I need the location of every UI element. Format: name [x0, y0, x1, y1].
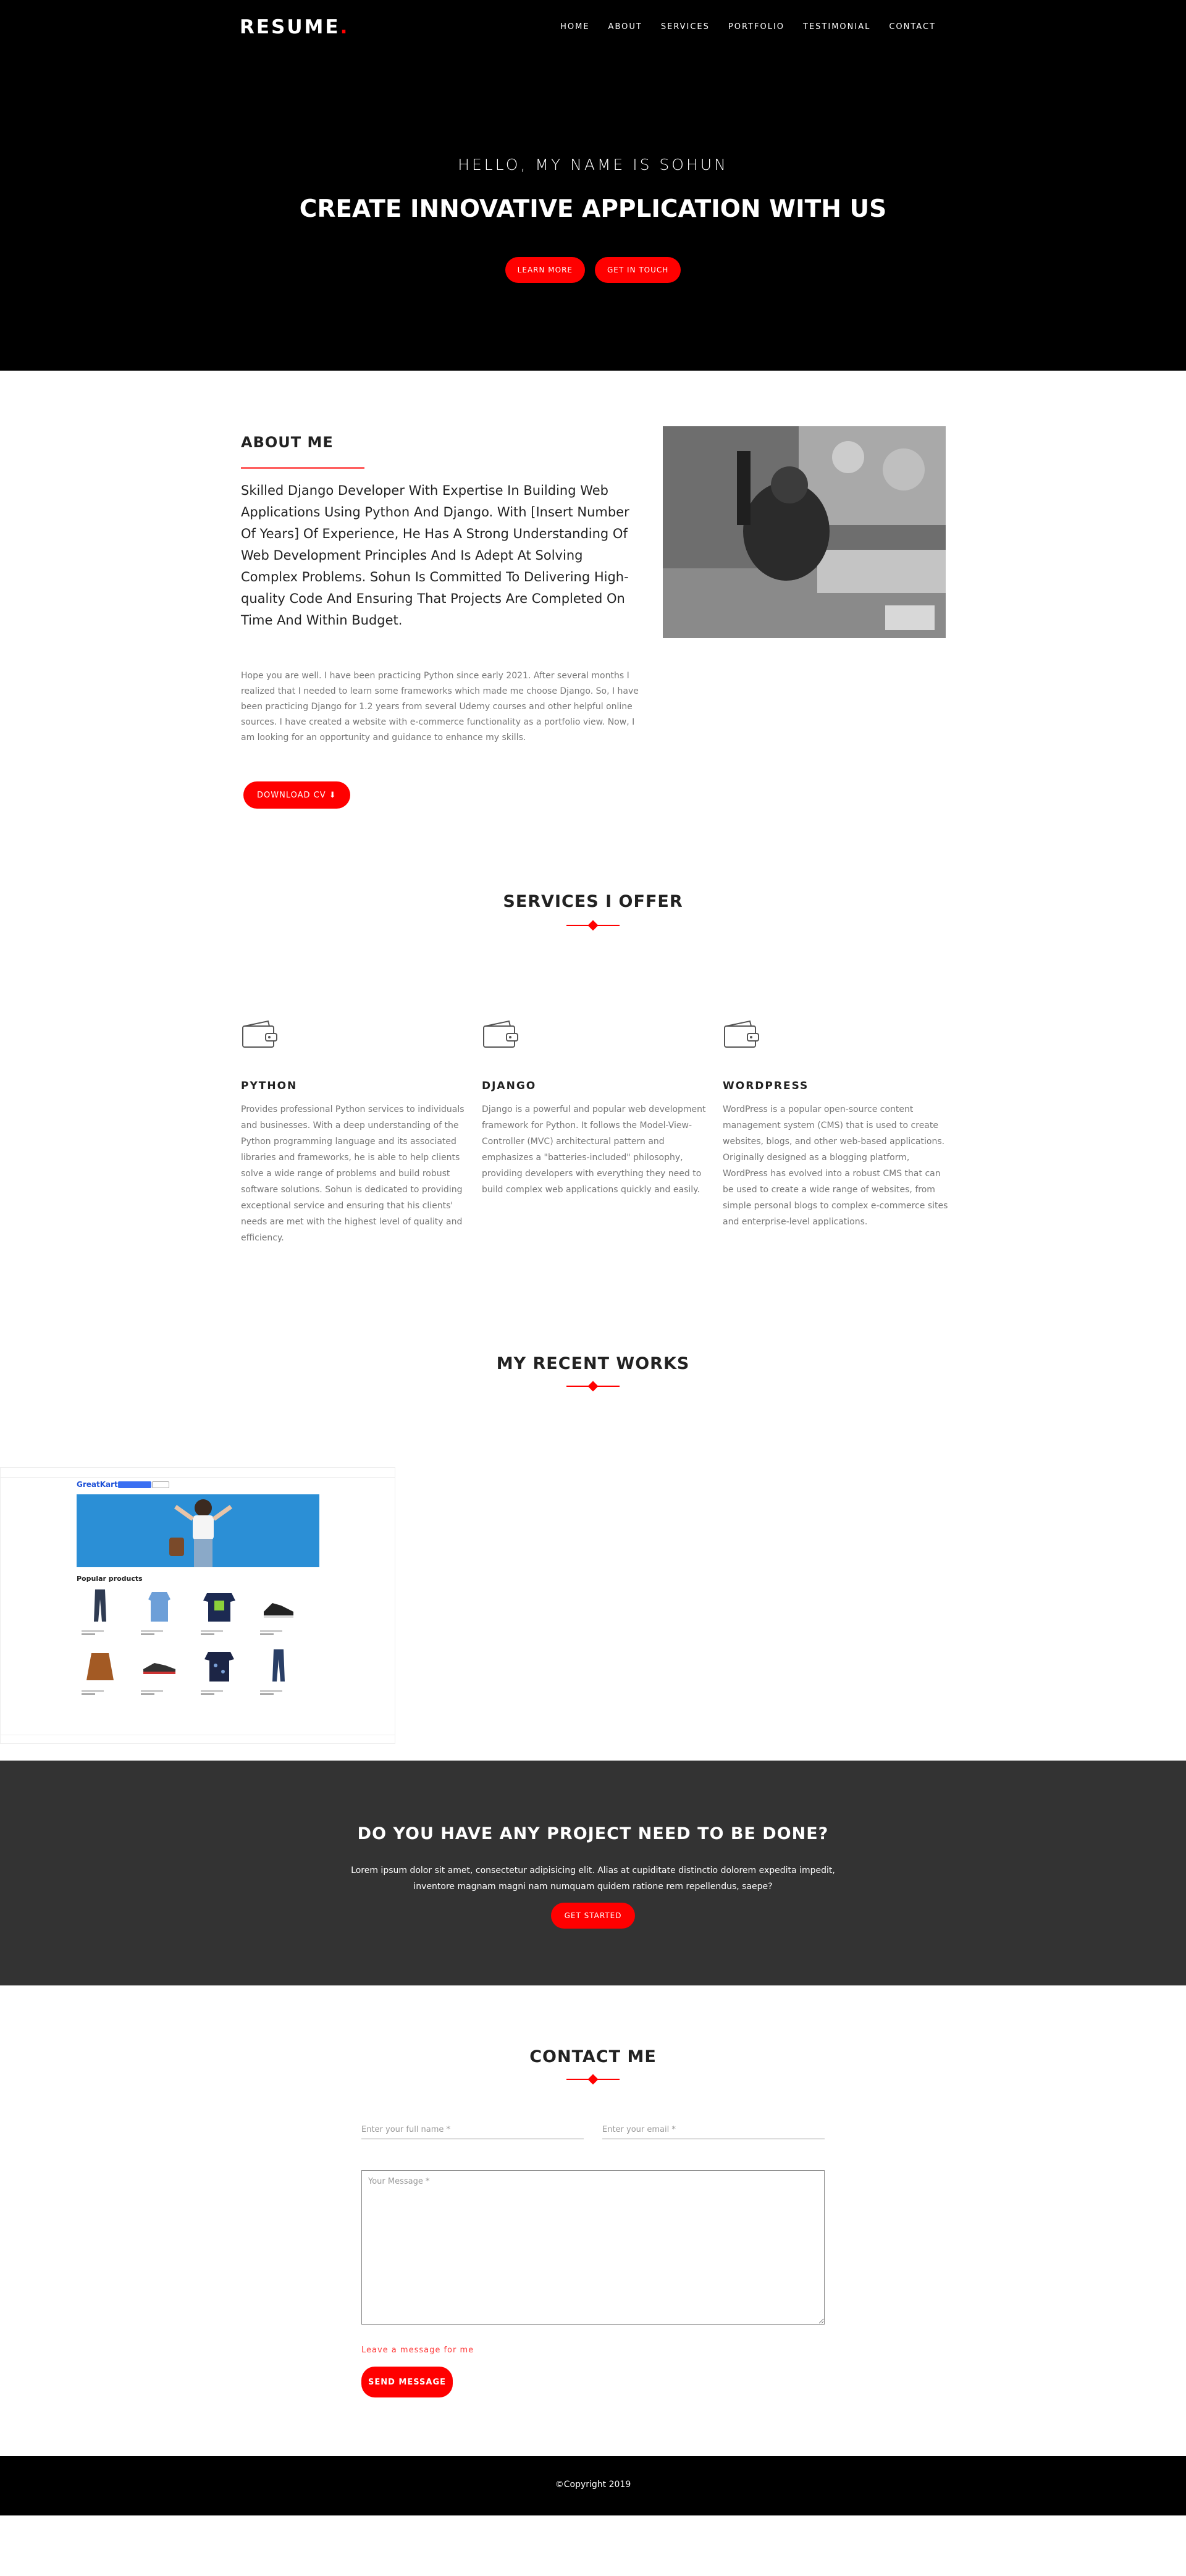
shop-footer [1, 1735, 395, 1743]
cta-section: DO YOU HAVE ANY PROJECT NEED TO BE DONE?… [0, 1761, 1186, 1985]
service-title: DJANGO [482, 1080, 537, 1092]
service-description: WordPress is a popular open-source conte… [723, 1105, 948, 1227]
footer: ©Copyright 2019 [0, 2456, 1186, 2515]
wallet-icon [483, 1020, 518, 1048]
contact-divider [566, 2074, 620, 2085]
shop-topbar [1, 1468, 395, 1478]
send-message-button[interactable]: SEND MESSAGE [361, 2367, 453, 2397]
logo-text: RESUME [240, 16, 340, 38]
works-divider [566, 1381, 620, 1392]
service-django: DJANGO Django is a powerful and popular … [482, 1019, 710, 1198]
services-heading: SERVICES I OFFER [503, 892, 683, 911]
about-heading: ABOUT ME [241, 434, 334, 451]
hero-buttons: LEARN MORE GET IN TOUCH [0, 257, 1186, 283]
service-title: PYTHON [241, 1080, 298, 1092]
product-card [260, 1647, 301, 1695]
nav-about[interactable]: ABOUT [608, 22, 642, 32]
product-card [82, 1647, 122, 1695]
product-card [260, 1587, 301, 1635]
about-section: ABOUT ME Skilled Django Developer With E… [0, 371, 1186, 840]
download-cv-label: DOWNLOAD CV [257, 790, 326, 800]
profile-photo-graphic [663, 426, 946, 638]
portfolio-item-greatkart[interactable]: GreatKart Popular products [0, 1467, 395, 1744]
about-text: Hope you are well. I have been practicin… [241, 671, 639, 743]
services-section: SERVICES I OFFER PYTHON Provides profess… [0, 840, 1186, 1316]
get-in-touch-button[interactable]: GET IN TOUCH [595, 257, 681, 283]
contact-heading: CONTACT ME [529, 2047, 657, 2066]
shop-banner [77, 1494, 319, 1567]
wallet-icon [242, 1020, 277, 1048]
works-heading: MY RECENT WORKS [496, 1354, 690, 1373]
hero-section: RESUME. HOME ABOUT SERVICES PORTFOLIO TE… [0, 0, 1186, 371]
main-menu: HOME ABOUT SERVICES PORTFOLIO TESTIMONIA… [560, 22, 936, 32]
service-description: Provides professional Python services to… [241, 1105, 465, 1243]
nav-portfolio[interactable]: PORTFOLIO [728, 22, 784, 32]
service-wordpress: WORDPRESS WordPress is a popular open-so… [723, 1019, 951, 1230]
site-logo[interactable]: RESUME. [240, 16, 349, 38]
product-card [201, 1587, 242, 1635]
email-input[interactable] [602, 2121, 825, 2139]
copyright-text: ©Copyright 2019 [555, 2480, 631, 2490]
banner-graphic [77, 1494, 319, 1567]
cta-heading: DO YOU HAVE ANY PROJECT NEED TO BE DONE? [357, 1824, 829, 1843]
about-underline [241, 467, 364, 469]
contact-section: CONTACT ME Leave a message for me SEND M… [0, 1985, 1186, 2456]
full-name-input[interactable] [361, 2121, 584, 2139]
nav-testimonial[interactable]: TESTIMONIAL [803, 22, 870, 32]
nav-contact[interactable]: CONTACT [889, 22, 936, 32]
hero-title: CREATE INNOVATIVE APPLICATION WITH US [299, 195, 887, 223]
learn-more-button[interactable]: LEARN MORE [505, 257, 585, 283]
top-navbar: RESUME. HOME ABOUT SERVICES PORTFOLIO TE… [0, 0, 1186, 56]
hero-subtitle: HELLO, MY NAME IS SOHUN [458, 156, 728, 174]
get-started-button[interactable]: GET STARTED [551, 1903, 635, 1929]
portfolio-section: MY RECENT WORKS GreatKart Popular produc… [0, 1316, 1186, 1761]
shop-section-title: Popular products [77, 1575, 143, 1583]
service-description: Django is a powerful and popular web dev… [482, 1105, 706, 1195]
service-python: PYTHON Provides professional Python serv… [241, 1019, 469, 1246]
wallet-icon [724, 1020, 759, 1048]
product-card [201, 1647, 242, 1695]
download-icon: ⬇ [329, 790, 337, 800]
nav-home[interactable]: HOME [560, 22, 589, 32]
contact-hint: Leave a message for me [361, 2346, 474, 2355]
shop-logo: GreatKart [77, 1480, 118, 1489]
message-textarea[interactable] [361, 2170, 825, 2325]
nav-services[interactable]: SERVICES [661, 22, 710, 32]
profile-photo [663, 426, 946, 638]
product-card [141, 1587, 182, 1635]
about-lead: Skilled Django Developer With Expertise … [241, 483, 629, 628]
shop-search-box [152, 1481, 169, 1488]
service-title: WORDPRESS [723, 1080, 809, 1092]
product-card [82, 1587, 122, 1635]
services-divider [566, 920, 620, 931]
logo-dot: . [340, 16, 350, 38]
download-cv-button[interactable]: DOWNLOAD CV ⬇ [243, 781, 350, 809]
shop-category-button [118, 1481, 151, 1488]
product-card [141, 1647, 182, 1695]
cta-text: Lorem ipsum dolor sit amet, consectetur … [351, 1866, 835, 1892]
